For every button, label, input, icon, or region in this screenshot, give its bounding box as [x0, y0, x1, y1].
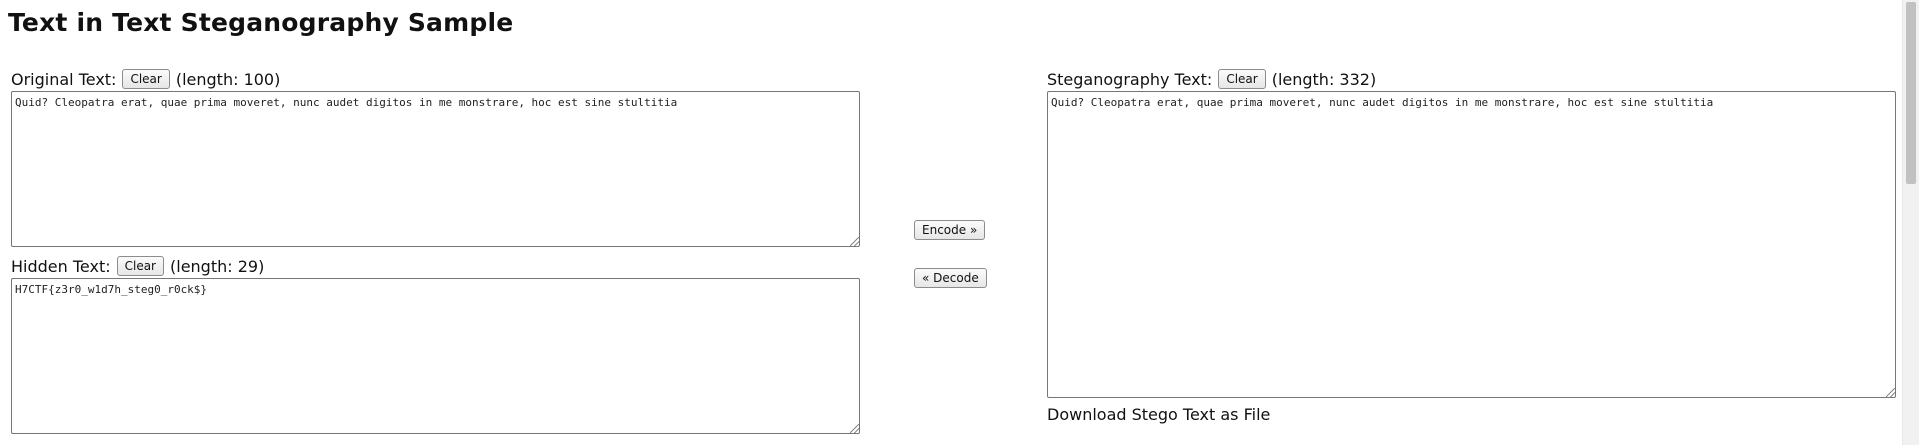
- original-text-header: Original Text: Clear (length: 100): [11, 69, 280, 89]
- hidden-text-area[interactable]: H7CTF{z3r0_w1d7h_steg0_r0ck$}: [11, 278, 860, 434]
- page-title: Text in Text Steganography Sample: [8, 8, 514, 37]
- page: Text in Text Steganography Sample Origin…: [0, 0, 1919, 445]
- page-scrollbar[interactable]: [1902, 0, 1919, 445]
- hidden-clear-button[interactable]: Clear: [116, 256, 164, 276]
- stego-text-wrapper: Quid? Cleopatra erat, quae prima moveret…: [1047, 91, 1896, 398]
- original-text-label: Original Text:: [11, 69, 117, 89]
- stego-text-header: Steganography Text: Clear (length: 332): [1047, 69, 1376, 89]
- original-clear-button[interactable]: Clear: [122, 69, 170, 89]
- resize-grip-icon[interactable]: [850, 237, 859, 246]
- hidden-text-wrapper: H7CTF{z3r0_w1d7h_steg0_r0ck$}: [11, 278, 860, 434]
- scrollbar-thumb[interactable]: [1906, 2, 1916, 184]
- encode-button[interactable]: Encode »: [914, 220, 986, 240]
- stego-text-area[interactable]: Quid? Cleopatra erat, quae prima moveret…: [1047, 91, 1896, 398]
- original-text-wrapper: Quid? Cleopatra erat, quae prima moveret…: [11, 91, 860, 247]
- original-text-area[interactable]: Quid? Cleopatra erat, quae prima moveret…: [11, 91, 860, 247]
- resize-grip-icon[interactable]: [850, 424, 859, 433]
- hidden-text-header: Hidden Text: Clear (length: 29): [11, 256, 264, 276]
- stego-length: (length: 332): [1271, 69, 1377, 89]
- download-stego-link[interactable]: Download Stego Text as File: [1047, 405, 1270, 424]
- hidden-length: (length: 29): [170, 256, 265, 276]
- original-length: (length: 100): [175, 69, 281, 89]
- decode-button[interactable]: « Decode: [914, 268, 987, 288]
- stego-clear-button[interactable]: Clear: [1218, 69, 1266, 89]
- stego-text-label: Steganography Text:: [1047, 69, 1213, 89]
- hidden-text-label: Hidden Text:: [11, 256, 111, 276]
- resize-grip-icon[interactable]: [1886, 388, 1895, 397]
